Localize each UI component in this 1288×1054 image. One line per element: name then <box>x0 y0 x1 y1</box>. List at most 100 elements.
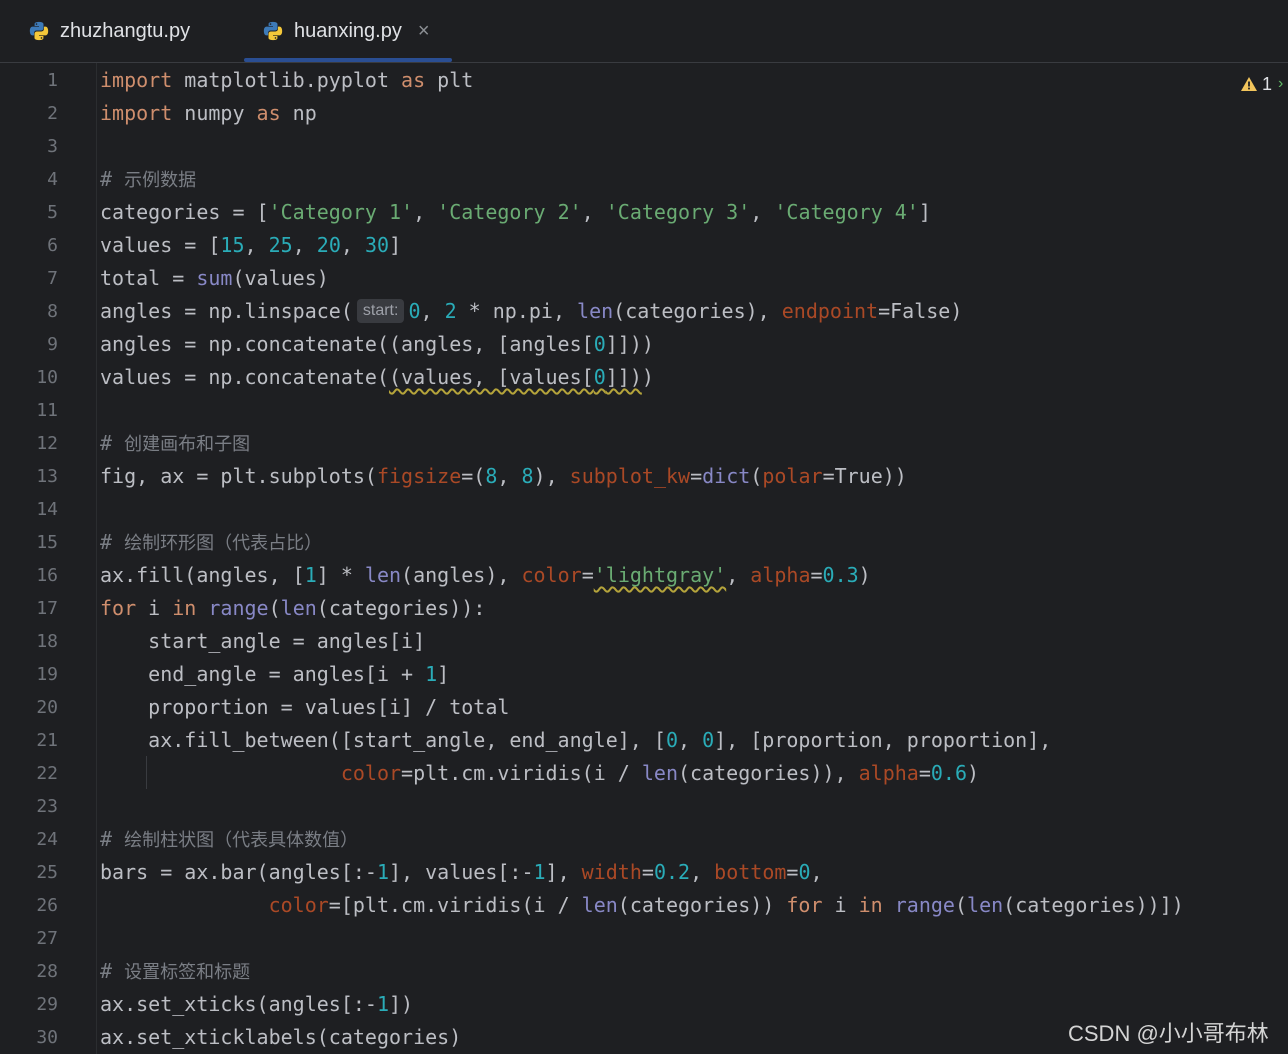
line-number: 16 <box>36 565 58 586</box>
param-token: endpoint <box>781 299 879 323</box>
token: = <box>690 464 703 488</box>
line-number: 14 <box>36 499 58 520</box>
token: = <box>581 563 594 587</box>
token: ], values[:- <box>389 860 534 884</box>
builtin-token: len <box>581 893 618 917</box>
token: (categories)) <box>617 893 787 917</box>
number-token: 1 <box>533 860 546 884</box>
line-number: 15 <box>36 532 58 553</box>
token: ] <box>437 662 450 686</box>
token: angles = np.linspace( <box>100 299 353 323</box>
token: in <box>172 596 197 620</box>
token: ], [proportion, proportion], <box>714 728 1052 752</box>
string-token: 'Category 3' <box>605 200 751 224</box>
token: ] * <box>316 563 365 587</box>
string-token: 'Category 1' <box>268 200 414 224</box>
number-token: 8 <box>521 464 534 488</box>
gutter-separator <box>96 63 97 1054</box>
line-number: 20 <box>36 697 58 718</box>
line-number: 28 <box>36 961 58 982</box>
comment-hash: # <box>100 959 125 983</box>
token: bars = ax.bar(angles[:- <box>100 860 377 884</box>
builtin-token: len <box>280 596 317 620</box>
number-token: 1 <box>376 992 389 1016</box>
token: values = np.concatenate( <box>100 365 389 389</box>
line-number: 21 <box>36 730 58 751</box>
token: plt <box>425 68 474 92</box>
tab-huanxing[interactable]: huanxing.py × <box>262 0 430 62</box>
warning-squiggle[interactable]: (values, [values[0]]) <box>389 365 642 389</box>
number-token: 20 <box>316 233 341 257</box>
builtin-token: len <box>967 893 1004 917</box>
number-token: 0 <box>593 365 606 389</box>
code-line-26: color=[plt.cm.viridis(i / len(categories… <box>100 889 1184 922</box>
token: , <box>497 464 522 488</box>
comment-text: 创建画布和子图 <box>124 434 251 455</box>
line-number: 25 <box>36 862 58 883</box>
code-line-7: total = sum(values) <box>100 262 329 295</box>
token: * np.pi, <box>456 299 578 323</box>
token: values = [ <box>100 233 221 257</box>
token: , <box>726 563 751 587</box>
code-line-5: categories = ['Category 1', 'Category 2'… <box>100 196 931 229</box>
token: ) <box>967 761 980 785</box>
line-number: 13 <box>36 466 58 487</box>
token: proportion = values[i] / total <box>100 695 510 719</box>
token: (categories)): <box>316 596 486 620</box>
number-token: 0 <box>798 860 811 884</box>
number-token: 0.3 <box>822 563 859 587</box>
line-number: 17 <box>36 598 58 619</box>
comment-text: 示例数据 <box>124 170 197 191</box>
param-token: subplot_kw <box>569 464 691 488</box>
line-number: 5 <box>47 202 58 223</box>
token: =False) <box>878 299 963 323</box>
code-line-24: # 绘制柱状图（代表具体数值） <box>100 823 358 856</box>
token: (values, [values[ <box>388 365 594 389</box>
line-number: 9 <box>47 334 58 355</box>
number-token: 0 <box>593 332 606 356</box>
code-line-15: # 绘制环形图（代表占比） <box>100 526 322 559</box>
token: ) <box>858 563 871 587</box>
line-number: 27 <box>36 928 58 949</box>
comment-hash: # <box>100 167 125 191</box>
code-line-8: angles = np.linspace(start: 0, 2 * np.pi,… <box>100 295 962 328</box>
builtin-token: sum <box>196 266 233 290</box>
line-number: 19 <box>36 664 58 685</box>
tab-zhuzhangtu[interactable]: zhuzhangtu.py <box>28 0 190 62</box>
code-editor[interactable]: import matplotlib.pyplot as plt import n… <box>100 63 1280 1054</box>
token: start_angle = angles[i] <box>100 629 426 653</box>
token: ]])) <box>605 332 654 356</box>
line-number: 2 <box>47 103 58 124</box>
line-number: 11 <box>36 400 58 421</box>
token: fig, ax = plt.subplots( <box>100 464 377 488</box>
token: np <box>280 101 317 125</box>
number-token: 0 <box>408 299 421 323</box>
line-number: 10 <box>36 367 58 388</box>
param-token: polar <box>762 464 823 488</box>
indent-guide <box>146 756 147 789</box>
number-token: 8 <box>485 464 498 488</box>
line-number: 23 <box>36 796 58 817</box>
token: i <box>822 893 859 917</box>
close-tab-icon[interactable]: × <box>418 20 430 43</box>
code-line-18: start_angle = angles[i] <box>100 625 425 658</box>
active-tab-indicator <box>244 58 452 62</box>
token: , <box>677 728 703 752</box>
token: in <box>858 893 883 917</box>
line-number: 24 <box>36 829 58 850</box>
line-number: 12 <box>36 433 58 454</box>
token: ], <box>545 860 582 884</box>
token: , <box>244 233 269 257</box>
builtin-token: range <box>894 893 955 917</box>
token: angles = np.concatenate((angles, [angles… <box>100 332 594 356</box>
token: ax.fill(angles, [ <box>100 563 305 587</box>
token: import <box>100 68 173 92</box>
token: numpy <box>172 101 257 125</box>
param-token: color <box>268 893 329 917</box>
token: (values) <box>232 266 329 290</box>
code-line-28: # 设置标签和标题 <box>100 955 250 988</box>
line-number: 26 <box>36 895 58 916</box>
number-token: 30 <box>364 233 390 257</box>
